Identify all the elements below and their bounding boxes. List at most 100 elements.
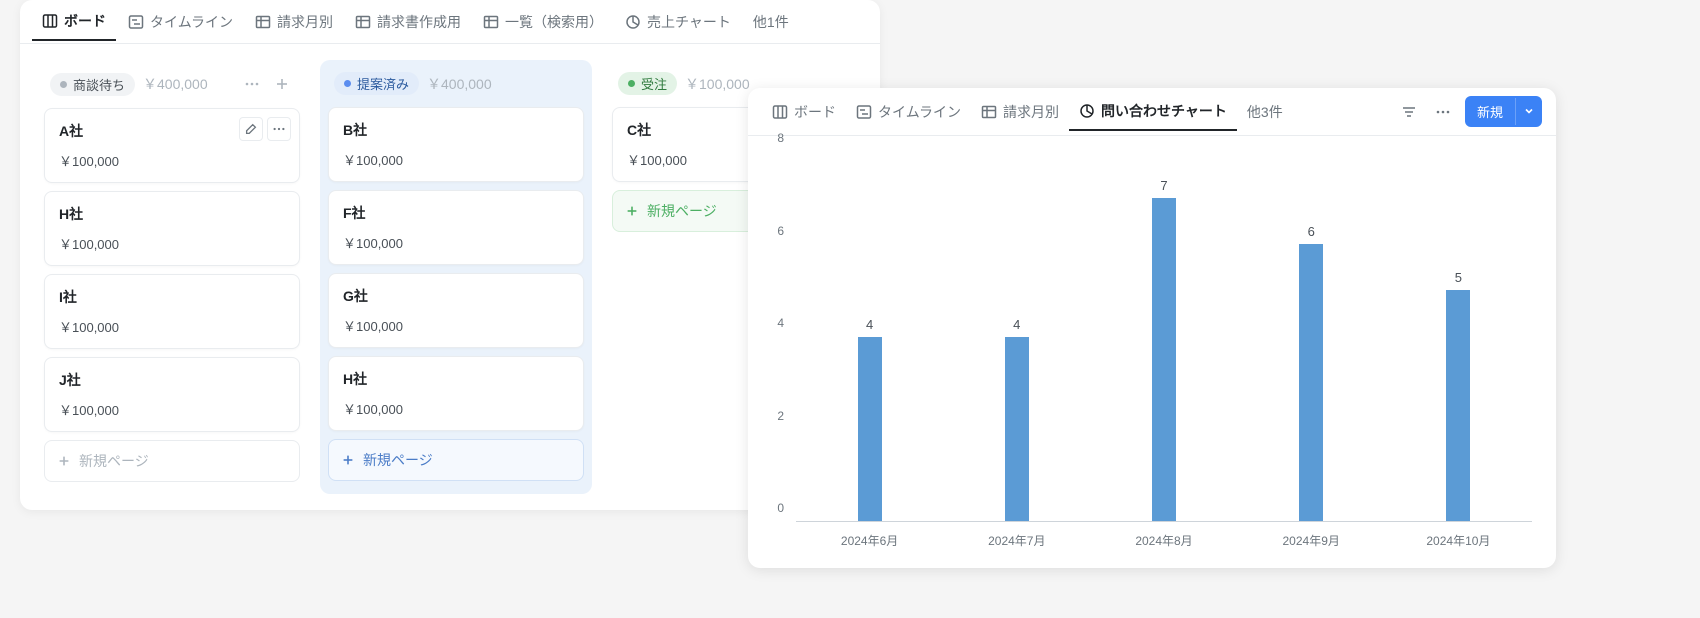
y-tick: 8	[777, 131, 784, 145]
x-tick-label: 2024年8月	[1135, 532, 1192, 549]
chart-bar[interactable]: 4	[858, 337, 882, 522]
more-button[interactable]	[1431, 100, 1455, 124]
card-edit-button[interactable]	[239, 117, 263, 141]
card-amount: ￥100,000	[343, 399, 569, 418]
tab-label: ボード	[794, 102, 836, 122]
card[interactable]: J社 ￥100,000	[44, 357, 300, 432]
x-tick-label: 2024年6月	[841, 532, 898, 549]
card-title: G社	[343, 286, 569, 306]
column-total: ￥400,000	[427, 74, 492, 94]
column-total: ￥400,000	[143, 74, 208, 94]
y-tick: 4	[777, 316, 784, 330]
chart-area: 02468 44765 2024年6月2024年7月2024年8月2024年9月…	[748, 136, 1556, 568]
chart-bar[interactable]: 5	[1446, 290, 1470, 521]
card[interactable]: H社 ￥100,000	[44, 191, 300, 266]
board-tabs: ボード タイムライン 請求月別 請求書作成用 一覧（検索用） 売上チャート 他1…	[20, 0, 880, 44]
card[interactable]: A社 ￥100,000	[44, 108, 300, 183]
card[interactable]: G社 ￥100,000	[328, 273, 584, 348]
tab-invoice-creation[interactable]: 請求書作成用	[345, 4, 471, 40]
bar-value-label: 4	[866, 317, 873, 332]
tab-label: 売上チャート	[647, 12, 731, 32]
card-title: B社	[343, 120, 569, 140]
column-total: ￥100,000	[685, 74, 750, 94]
bar-value-label: 7	[1160, 178, 1167, 193]
card-title: F社	[343, 203, 569, 223]
card[interactable]: F社 ￥100,000	[328, 190, 584, 265]
tab-label: タイムライン	[878, 102, 961, 122]
chart-right-actions: 新規	[1397, 96, 1542, 127]
chart-bar[interactable]: 6	[1299, 244, 1323, 521]
card-amount: ￥100,000	[59, 151, 285, 170]
column-negotiation: 商談待ち ￥400,000 A社 ￥100,000	[36, 60, 308, 494]
x-tick-label: 2024年9月	[1283, 532, 1340, 549]
column-name: 提案済み	[357, 74, 409, 93]
filter-icon	[1401, 104, 1417, 120]
column-proposed: 提案済み ￥400,000 B社 ￥100,000 F社 ￥100,000 G社…	[320, 60, 592, 494]
card-amount: ￥100,000	[343, 233, 569, 252]
column-header: 商談待ち ￥400,000	[44, 68, 300, 100]
tab-board[interactable]: ボード	[32, 3, 116, 41]
column-more-button[interactable]	[240, 72, 264, 96]
card-amount: ￥100,000	[59, 317, 285, 336]
timeline-icon	[128, 14, 144, 30]
board-icon	[42, 13, 58, 29]
tab-billing-month[interactable]: 請求月別	[245, 4, 343, 40]
card-more-button[interactable]	[267, 117, 291, 141]
tab-label: 一覧（検索用）	[505, 12, 603, 32]
tabs-more[interactable]: 他3件	[1237, 102, 1293, 122]
card[interactable]: I社 ￥100,000	[44, 274, 300, 349]
column-name: 受注	[641, 74, 667, 93]
tab-timeline[interactable]: タイムライン	[118, 4, 243, 40]
card[interactable]: B社 ￥100,000	[328, 107, 584, 182]
plus-icon	[274, 76, 290, 92]
timeline-icon	[856, 104, 872, 120]
new-page-label: 新規ページ	[79, 451, 149, 471]
tabs-more[interactable]: 他1件	[743, 12, 799, 32]
tab-board[interactable]: ボード	[762, 94, 846, 130]
tab-list-search[interactable]: 一覧（検索用）	[473, 4, 613, 40]
y-tick: 0	[777, 501, 784, 515]
status-badge[interactable]: 提案済み	[334, 72, 419, 95]
card-title: J社	[59, 370, 285, 390]
new-button-label[interactable]: 新規	[1465, 96, 1515, 127]
new-button: 新規	[1465, 96, 1542, 127]
bar-value-label: 5	[1455, 270, 1462, 285]
plus-icon	[57, 454, 71, 468]
new-page-button[interactable]: 新規ページ	[44, 440, 300, 482]
chart-tabs: ボード タイムライン 請求月別 問い合わせチャート 他3件 新規	[748, 88, 1556, 136]
tab-sales-chart[interactable]: 売上チャート	[615, 4, 741, 40]
new-page-button[interactable]: 新規ページ	[328, 439, 584, 481]
x-axis: 2024年6月2024年7月2024年8月2024年9月2024年10月	[796, 532, 1532, 552]
edit-icon	[244, 122, 258, 136]
tab-label: 請求月別	[1003, 102, 1059, 122]
table-icon	[981, 104, 997, 120]
chart-icon	[1079, 103, 1095, 119]
x-tick-label: 2024年7月	[988, 532, 1045, 549]
status-badge[interactable]: 受注	[618, 72, 677, 95]
status-badge[interactable]: 商談待ち	[50, 73, 135, 96]
column-header: 提案済み ￥400,000	[328, 68, 584, 99]
more-horizontal-icon	[1435, 104, 1451, 120]
chart-plot: 44765	[796, 152, 1532, 522]
card-hover-actions	[239, 117, 291, 141]
chart-panel: ボード タイムライン 請求月別 問い合わせチャート 他3件 新規	[748, 88, 1556, 568]
badge-dot	[628, 80, 635, 87]
chart-bar[interactable]: 7	[1152, 198, 1176, 521]
new-page-label: 新規ページ	[363, 450, 433, 470]
tab-timeline[interactable]: タイムライン	[846, 94, 971, 130]
table-icon	[355, 14, 371, 30]
card-amount: ￥100,000	[59, 400, 285, 419]
plus-icon	[625, 204, 639, 218]
chart-icon	[625, 14, 641, 30]
new-page-label: 新規ページ	[647, 201, 717, 221]
card-amount: ￥100,000	[343, 150, 569, 169]
tab-billing-month[interactable]: 請求月別	[971, 94, 1069, 130]
column-add-button[interactable]	[270, 72, 294, 96]
card-title: I社	[59, 287, 285, 307]
table-icon	[483, 14, 499, 30]
filter-button[interactable]	[1397, 100, 1421, 124]
chart-bar[interactable]: 4	[1005, 337, 1029, 522]
new-button-dropdown[interactable]	[1515, 98, 1542, 125]
tab-inquiry-chart[interactable]: 問い合わせチャート	[1069, 93, 1237, 131]
card[interactable]: H社 ￥100,000	[328, 356, 584, 431]
